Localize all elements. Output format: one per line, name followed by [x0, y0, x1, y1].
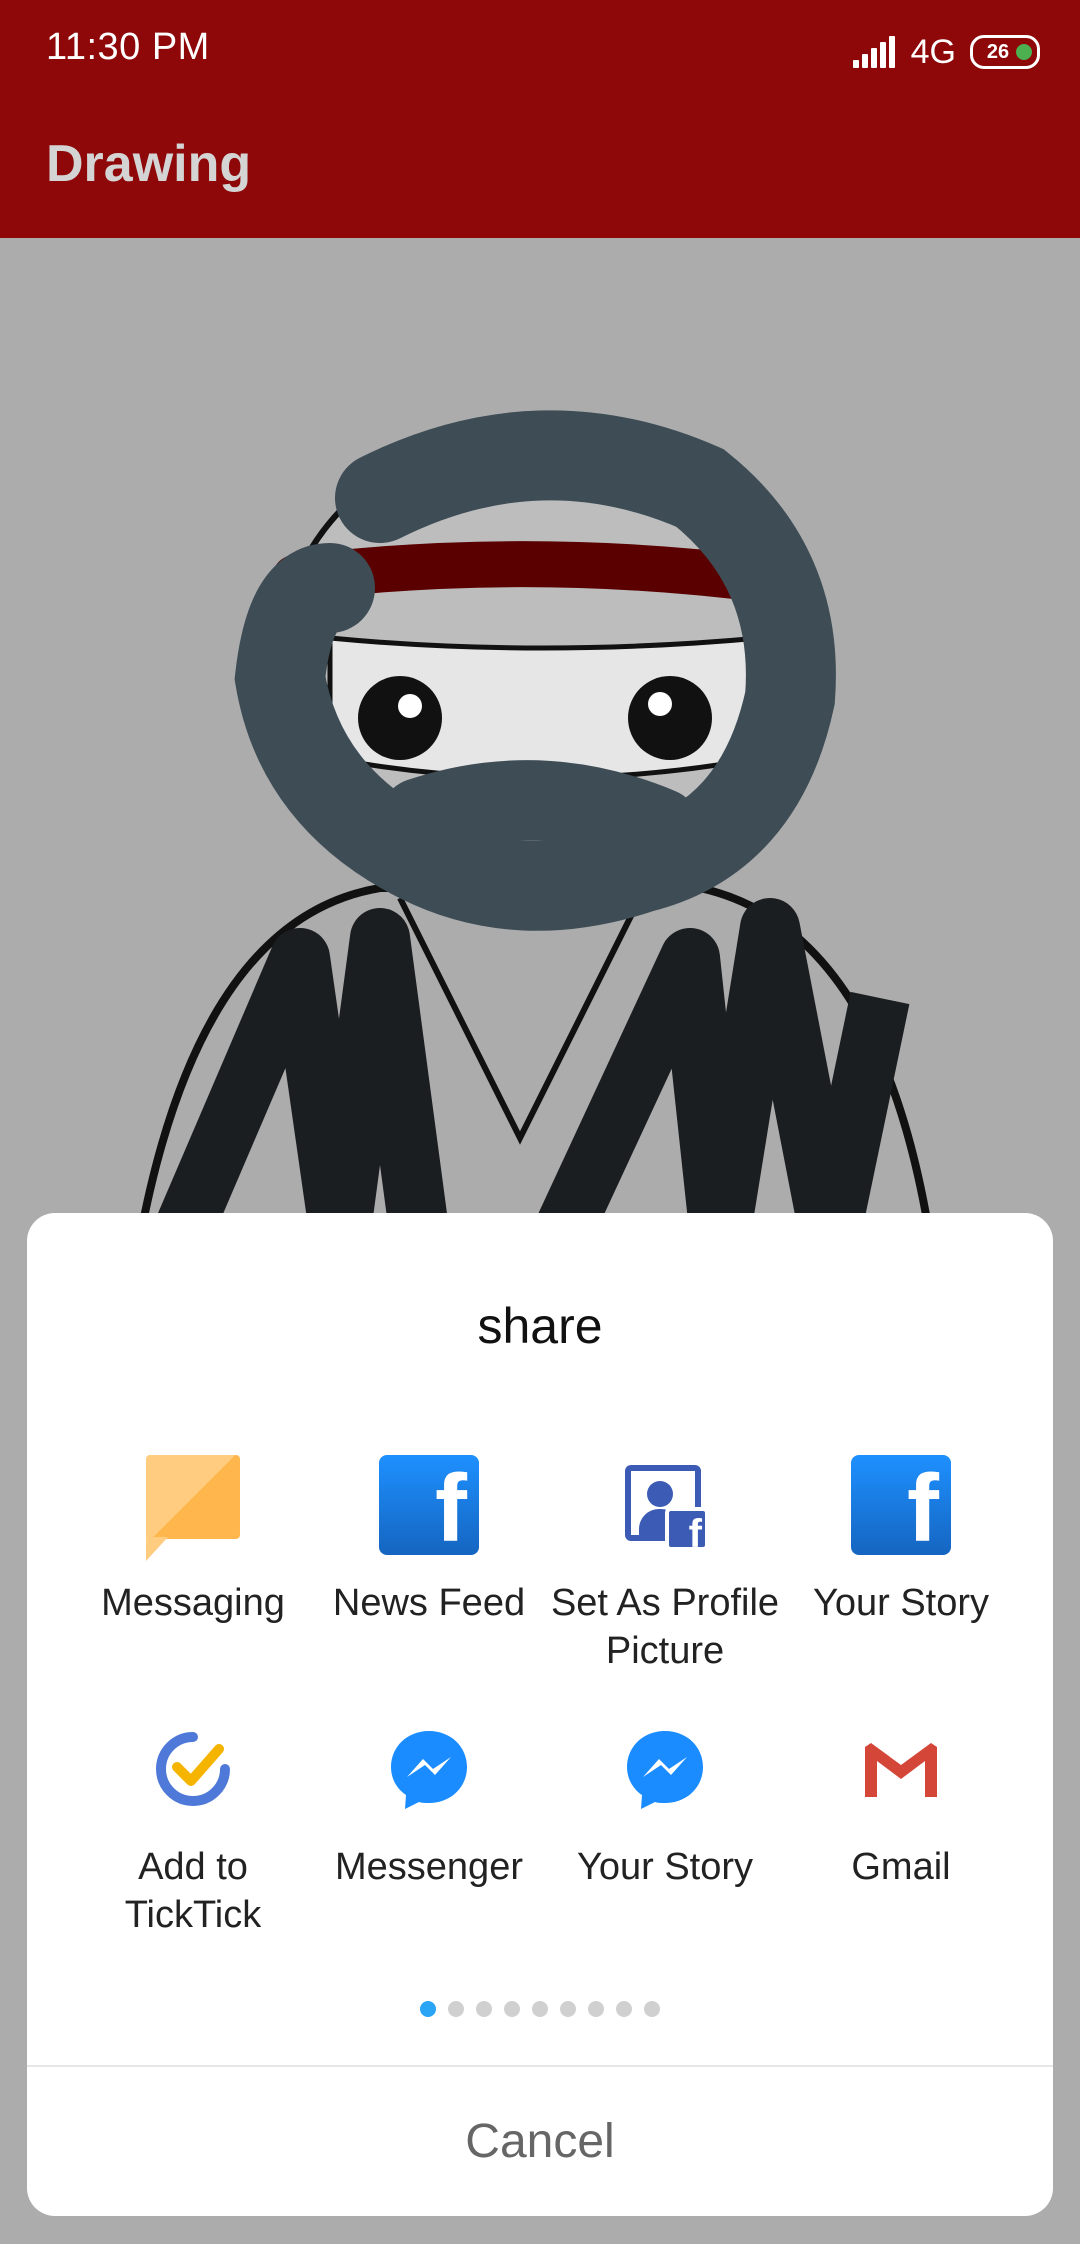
page-dot[interactable] — [504, 2001, 520, 2017]
status-bar: 11:30 PM 4G 26 — [0, 0, 1080, 100]
share-target-label: Your Story — [576, 1846, 754, 1888]
share-target-messaging[interactable]: Messaging — [75, 1455, 311, 1627]
page-dot[interactable] — [616, 2001, 632, 2017]
share-target-gmail[interactable]: Gmail — [783, 1719, 1019, 1891]
share-target-ticktick[interactable]: Add to TickTick — [75, 1719, 311, 1939]
app-title: Drawing — [46, 135, 252, 193]
share-target-label: Gmail — [851, 1846, 951, 1888]
messenger-icon — [379, 1719, 479, 1819]
facebook-icon: f — [379, 1455, 479, 1557]
signal-icon — [852, 36, 897, 68]
share-target-label: Add to TickTick — [124, 1846, 262, 1936]
share-target-label: Messaging — [101, 1582, 285, 1624]
facebook-icon: f — [851, 1455, 951, 1557]
page-dot[interactable] — [560, 2001, 576, 2017]
battery-level: 26 — [986, 40, 1010, 63]
share-target-label: Your Story — [812, 1582, 990, 1624]
status-time: 11:30 PM — [46, 26, 210, 68]
share-target-news-feed[interactable]: f News Feed — [311, 1455, 547, 1627]
share-target-messenger-story[interactable]: Your Story — [547, 1719, 783, 1891]
page-dot[interactable] — [532, 2001, 548, 2017]
page-dot-active[interactable] — [420, 2001, 436, 2017]
gmail-icon — [851, 1719, 951, 1819]
share-target-facebook-story[interactable]: f Your Story — [783, 1455, 1019, 1627]
ticktick-icon — [143, 1719, 243, 1819]
status-indicators: 4G 26 — [852, 30, 1040, 74]
page-dot[interactable] — [588, 2001, 604, 2017]
page-dot[interactable] — [448, 2001, 464, 2017]
share-sheet: share Messaging f News Feed f Set As Pro… — [27, 1213, 1053, 2216]
share-title: share — [477, 1298, 603, 1354]
battery-icon: 26 — [970, 35, 1040, 69]
share-target-profile-picture[interactable]: f Set As Profile Picture — [547, 1455, 783, 1675]
page-dot[interactable] — [644, 2001, 660, 2017]
facebook-profile-icon: f — [615, 1455, 715, 1556]
cancel-button[interactable]: Cancel — [27, 2067, 1053, 2216]
messaging-icon — [143, 1455, 243, 1561]
network-type: 4G — [910, 32, 956, 71]
share-target-messenger[interactable]: Messenger — [311, 1719, 547, 1891]
share-target-label: News Feed — [332, 1582, 526, 1624]
share-target-label: Set As Profile Picture — [550, 1582, 780, 1672]
app-bar: Drawing — [0, 100, 1080, 238]
page-dot[interactable] — [476, 2001, 492, 2017]
messenger-icon — [615, 1719, 715, 1819]
page-indicator — [27, 2001, 1053, 2021]
share-target-label: Messenger — [335, 1846, 523, 1888]
